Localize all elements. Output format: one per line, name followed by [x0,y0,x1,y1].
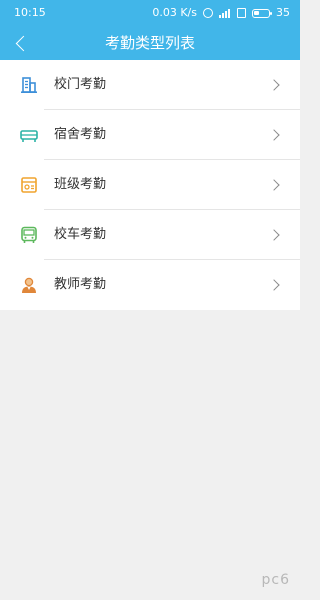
teacher-icon [22,277,36,293]
building-icon [21,77,37,94]
alarm-icon [203,8,213,18]
signal-icon [219,8,231,18]
bus-icon [21,226,37,243]
chevron-right-icon [268,229,280,241]
list-item-bus[interactable]: 校车考勤 [0,210,300,260]
chevron-right-icon [268,179,280,191]
page-title: 考勤类型列表 [104,34,195,52]
chevron-right-icon [268,79,280,91]
list-item-label: 宿舍考勤 [54,127,107,142]
battery-percent: 35 [276,6,290,19]
list-item-gate[interactable]: 校门考勤 [0,60,300,110]
network-speed: 0.03 K/s [152,6,197,19]
status-time: 10:15 [14,6,46,19]
bed-icon [20,130,38,142]
list-item-dorm[interactable]: 宿舍考勤 [0,110,300,160]
status-bar: 10:15 0.03 K/s 35 [0,0,300,26]
chevron-right-icon [268,279,280,291]
battery-icon [252,8,272,18]
classroom-icon [21,177,37,193]
sim-icon [237,8,246,18]
list-item-teacher[interactable]: 教师考勤 [0,260,300,310]
status-icons: 0.03 K/s 35 [152,0,290,26]
list-item-label: 班级考勤 [54,177,107,192]
list-item-label: 校车考勤 [54,227,107,242]
chevron-right-icon [268,129,280,141]
list-item-class[interactable]: 班级考勤 [0,160,300,210]
watermark: pc6 [261,572,290,588]
top-bar: 10:15 0.03 K/s 35 考勤类型列表 [0,0,300,60]
list-item-label: 教师考勤 [54,277,107,292]
list-item-label: 校门考勤 [54,77,107,92]
attendance-type-list: 校门考勤 宿舍考勤 班级考勤 校车考勤 教师考勤 [0,60,300,310]
nav-bar: 考勤类型列表 [0,26,300,60]
